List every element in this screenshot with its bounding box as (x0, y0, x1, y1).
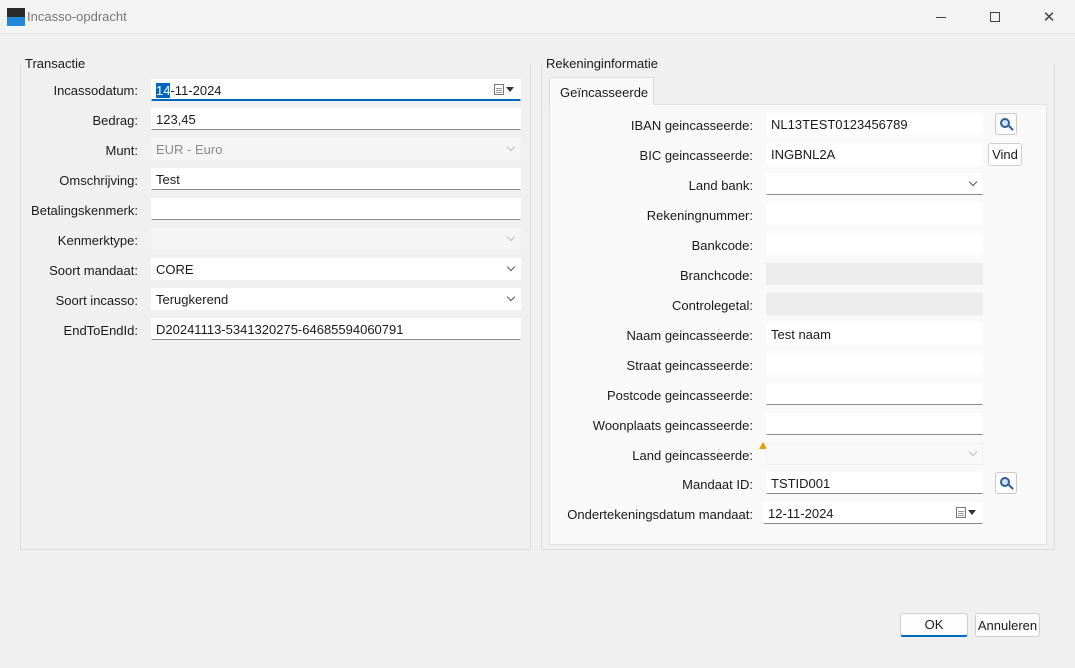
bankcode-label: Bankcode: (691, 238, 753, 253)
branchcode-input (766, 263, 983, 285)
chevron-down-icon (506, 292, 516, 302)
land-label: Land geincasseerde: (632, 448, 753, 463)
ok-button[interactable]: OK (900, 613, 968, 637)
search-icon (999, 476, 1014, 490)
ondertekeningsdatum-label: Ondertekeningsdatum mandaat: (567, 507, 753, 522)
vind-button[interactable]: Vind (988, 143, 1022, 166)
close-icon: ✕ (1042, 9, 1056, 26)
naam-input[interactable]: Test naam (766, 323, 983, 345)
munt-select[interactable]: EUR - Euro (151, 138, 521, 160)
postcode-label: Postcode geincasseerde: (607, 388, 753, 403)
minimize-icon (936, 16, 946, 18)
soort-mandaat-select[interactable]: CORE (151, 258, 521, 280)
land-select[interactable] (766, 443, 983, 465)
maximize-icon (990, 12, 1000, 22)
transactie-group-label: Transactie (25, 56, 86, 71)
straat-label: Straat geincasseerde: (626, 358, 753, 373)
bic-label: BIC geincasseerde: (639, 148, 753, 163)
branchcode-label: Branchcode: (680, 268, 753, 283)
incassodatum-selected-text: 14 (156, 83, 171, 98)
tab-geincasseerde[interactable]: Geïncasseerde (549, 77, 654, 105)
incassodatum-label: Incassodatum: (53, 83, 138, 98)
soort-mandaat-value: CORE (156, 262, 194, 277)
title-bar: Incasso-opdracht ✕ (0, 0, 1075, 34)
omschrijving-label: Omschrijving: (59, 173, 138, 188)
bedrag-input[interactable]: 123,45 (151, 108, 521, 130)
kenmerktype-label: Kenmerktype: (57, 233, 138, 248)
controlegetal-input (766, 293, 983, 315)
postcode-input[interactable] (766, 383, 983, 405)
omschrijving-input[interactable]: Test (151, 168, 521, 190)
rekeninginformatie-group-label: Rekeninginformatie (546, 56, 659, 71)
betalingskenmerk-label: Betalingskenmerk: (31, 203, 138, 218)
close-button[interactable]: ✕ (1026, 0, 1072, 34)
mandaat-id-label: Mandaat ID: (682, 477, 753, 492)
rekeningnummer-label: Rekeningnummer: (646, 208, 753, 223)
bankcode-input[interactable] (766, 233, 983, 255)
iban-search-button[interactable] (995, 113, 1017, 135)
soort-incasso-value: Terugkerend (156, 292, 229, 307)
maximize-button[interactable] (972, 0, 1018, 34)
search-icon (999, 117, 1014, 131)
chevron-down-icon (506, 142, 516, 152)
chevron-down-icon (506, 232, 516, 242)
kenmerktype-select[interactable] (151, 228, 521, 250)
naam-label: Naam geincasseerde: (626, 328, 753, 343)
iban-label: IBAN geincasseerde: (630, 118, 753, 133)
controlegetal-label: Controlegetal: (672, 298, 753, 313)
bedrag-label: Bedrag: (92, 113, 138, 128)
cancel-button[interactable]: Annuleren (975, 613, 1040, 637)
mandaat-search-button[interactable] (995, 472, 1017, 494)
woonplaats-input[interactable] (766, 413, 983, 435)
straat-input[interactable] (766, 353, 983, 375)
end-to-end-id-input[interactable]: D20241113-5341320275-64685594060791 (151, 318, 521, 340)
incassodatum-rest-text: -11-2024 (170, 83, 222, 98)
munt-label: Munt: (105, 143, 138, 158)
calendar-dropdown-icon[interactable] (956, 507, 976, 518)
end-to-end-id-label: EndToEndId: (63, 323, 138, 338)
calendar-dropdown-icon[interactable] (494, 84, 514, 95)
chevron-down-icon (506, 262, 516, 272)
land-bank-select[interactable] (766, 173, 983, 195)
mandaat-id-input[interactable]: TSTID001 (766, 472, 983, 494)
iban-input[interactable]: NL13TEST0123456789 (766, 113, 983, 135)
incassodatum-datepicker[interactable]: 14-11-2024 (151, 79, 521, 101)
soort-incasso-label: Soort incasso: (55, 293, 138, 308)
rekeningnummer-input[interactable] (766, 203, 983, 225)
woonplaats-label: Woonplaats geincasseerde: (592, 418, 753, 433)
bic-input[interactable]: INGBNL2A (766, 143, 983, 165)
app-icon (7, 8, 25, 26)
chevron-down-icon (968, 447, 978, 457)
ondertekeningsdatum-datepicker[interactable]: 12-11-2024 (763, 502, 983, 524)
betalingskenmerk-input[interactable] (151, 198, 521, 220)
ondertekeningsdatum-value: 12-11-2024 (768, 506, 834, 521)
land-bank-label: Land bank: (688, 178, 753, 193)
window-title: Incasso-opdracht (27, 9, 127, 24)
soort-incasso-select[interactable]: Terugkerend (151, 288, 521, 310)
soort-mandaat-label: Soort mandaat: (49, 263, 138, 278)
munt-value: EUR - Euro (156, 142, 223, 157)
chevron-down-icon (968, 177, 978, 187)
minimize-button[interactable] (918, 0, 964, 34)
